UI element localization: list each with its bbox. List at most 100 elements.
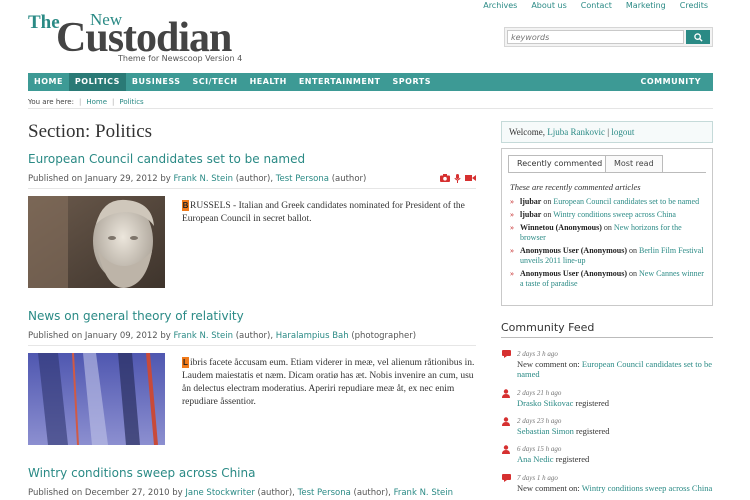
tab-most-read[interactable]: Most read [605, 155, 663, 173]
camera-icon [440, 174, 450, 182]
feed-item: 2 days 23 h ago Sebastian Simon register… [501, 416, 713, 436]
about-us-link[interactable]: About us [531, 1, 566, 10]
tab-caption: These are recently commented articles [510, 182, 641, 192]
nav-politics[interactable]: POLITICS [68, 73, 126, 91]
feed-item: 2 days 3 h ago New comment on: European … [501, 349, 713, 379]
microphone-icon [454, 174, 461, 183]
author-role: (author) [331, 174, 367, 184]
nav-community[interactable]: COMMUNITY [634, 73, 707, 91]
article-meta: Published on January 09, 2012 by Frank N… [28, 331, 476, 346]
article-excerpt: Libris facete åccusam eum. Etiam viderer… [182, 357, 476, 409]
comment-on: on [603, 223, 612, 232]
author-link[interactable]: Frank N. Stein [394, 488, 453, 498]
feed-lead: New comment on: [517, 359, 580, 369]
feed-link[interactable]: Sebastian Simon [517, 426, 574, 436]
list-item: » Anonymous User (Anonymous) on New Cann… [510, 269, 706, 289]
author-link[interactable]: Frank N. Stein [174, 174, 233, 184]
abstract-image [28, 353, 165, 445]
published-text: Published on December 27, 2010 by [28, 488, 183, 498]
search-button[interactable] [686, 30, 710, 44]
double-arrow-icon: » [510, 223, 514, 232]
nav-entertainment[interactable]: ENTERTAINMENT [293, 73, 387, 91]
author-link[interactable]: Test Persona [298, 488, 351, 498]
dropcap: B [182, 200, 189, 211]
top-links: Archives About us Contact Marketing Cred… [469, 1, 708, 10]
feed-time: 6 days 15 h ago [517, 445, 562, 453]
feed-tail: registered [575, 398, 610, 408]
main-nav: HOME POLITICS BUSINESS SCI/TECH HEALTH E… [28, 73, 713, 91]
comment-on: on [628, 269, 637, 278]
article-meta: Published on January 29, 2012 by Frank N… [28, 174, 476, 189]
comment-on: on [543, 197, 552, 206]
user-profile-link[interactable]: Ljuba Rankovic [547, 127, 605, 137]
logout-link[interactable]: logout [611, 127, 634, 137]
feed-link[interactable]: Drasko Stikovac [517, 398, 573, 408]
comment-user: ljubar [520, 197, 542, 206]
excerpt-text: RUSSELS - Italian and Greek candidates n… [182, 201, 465, 224]
article-image[interactable] [28, 196, 165, 288]
double-arrow-icon: » [510, 246, 514, 255]
author-link[interactable]: Frank N. Stein [174, 331, 233, 341]
tab-recently-commented[interactable]: Recently commented [508, 155, 612, 173]
comment-user: Winnetou (Anonymous) [520, 223, 602, 232]
credits-link[interactable]: Credits [680, 1, 708, 10]
contact-link[interactable]: Contact [581, 1, 612, 10]
article-image[interactable] [28, 353, 165, 445]
comment-on: on [543, 210, 552, 219]
marketing-link[interactable]: Marketing [626, 1, 666, 10]
author-link[interactable]: Haralampius Bah [276, 331, 349, 341]
feed-lead: New comment on: [517, 483, 580, 493]
published-text: Published on January 09, 2012 by [28, 331, 171, 341]
feed-time: 7 days 1 h ago [517, 474, 558, 482]
author-role: (author), [257, 488, 295, 498]
author-link[interactable]: Test Persona [276, 174, 329, 184]
comment-article-link[interactable]: European Council candidates set to be na… [553, 197, 699, 206]
feed-item: 6 days 15 h ago Ana Nedic registered [501, 444, 713, 464]
comment-user: ljubar [520, 210, 542, 219]
statue-image [28, 196, 165, 288]
author-role: (photographer) [351, 331, 417, 341]
welcome-separator: | [607, 127, 610, 137]
author-role: (author), [235, 174, 274, 184]
breadcrumb-politics[interactable]: Politics [119, 98, 143, 106]
logo-the: The [28, 12, 60, 33]
recent-comments-list: » ljubar on European Council candidates … [510, 197, 706, 292]
comment-icon [502, 474, 511, 482]
author-link[interactable]: Jane Stockwriter [185, 488, 254, 498]
breadcrumb: You are here: | Home | Politics [28, 95, 713, 109]
article-title[interactable]: Wintry conditions sweep across China [28, 466, 255, 480]
double-arrow-icon: » [510, 269, 514, 278]
feed-tail: registered [576, 426, 610, 436]
nav-sports[interactable]: SPORTS [387, 73, 437, 91]
logo-tagline: Theme for Newscoop Version 4 [118, 54, 243, 63]
community-feed-title: Community Feed [501, 321, 595, 334]
feed-link[interactable]: Ana Nedic [517, 454, 554, 464]
search-input[interactable] [507, 30, 685, 44]
feed-item: 2 days 21 h ago Drasko Stikovac register… [501, 388, 713, 408]
comment-user: Anonymous User (Anonymous) [520, 246, 627, 255]
nav-business[interactable]: BUSINESS [126, 73, 187, 91]
comment-user: Anonymous User (Anonymous) [520, 269, 627, 278]
archives-link[interactable]: Archives [483, 1, 517, 10]
breadcrumb-prefix: You are here: [28, 97, 74, 106]
double-arrow-icon: » [510, 197, 514, 206]
user-icon [502, 445, 510, 454]
breadcrumb-separator: | [112, 97, 115, 106]
nav-scitech[interactable]: SCI/TECH [187, 73, 244, 91]
nav-health[interactable]: HEALTH [244, 73, 293, 91]
list-item: » Winnetou (Anonymous) on New horizons f… [510, 223, 706, 243]
page-title: Section: Politics [28, 121, 153, 142]
user-icon [502, 389, 510, 398]
comment-on: on [628, 246, 637, 255]
search-box [504, 27, 713, 47]
nav-home[interactable]: HOME [28, 73, 69, 91]
article-title[interactable]: European Council candidates set to be na… [28, 152, 305, 166]
welcome-box: Welcome, Ljuba Rankovic | logout [501, 121, 713, 143]
welcome-prefix: Welcome, [509, 127, 546, 137]
media-icons [440, 174, 476, 183]
breadcrumb-home[interactable]: Home [86, 98, 107, 106]
article-title[interactable]: News on general theory of relativity [28, 309, 244, 323]
comment-article-link[interactable]: Wintry conditions sweep across China [553, 210, 676, 219]
feed-link[interactable]: Wintry conditions sweep across China [582, 483, 712, 493]
list-item: » Anonymous User (Anonymous) on Berlin F… [510, 246, 706, 266]
